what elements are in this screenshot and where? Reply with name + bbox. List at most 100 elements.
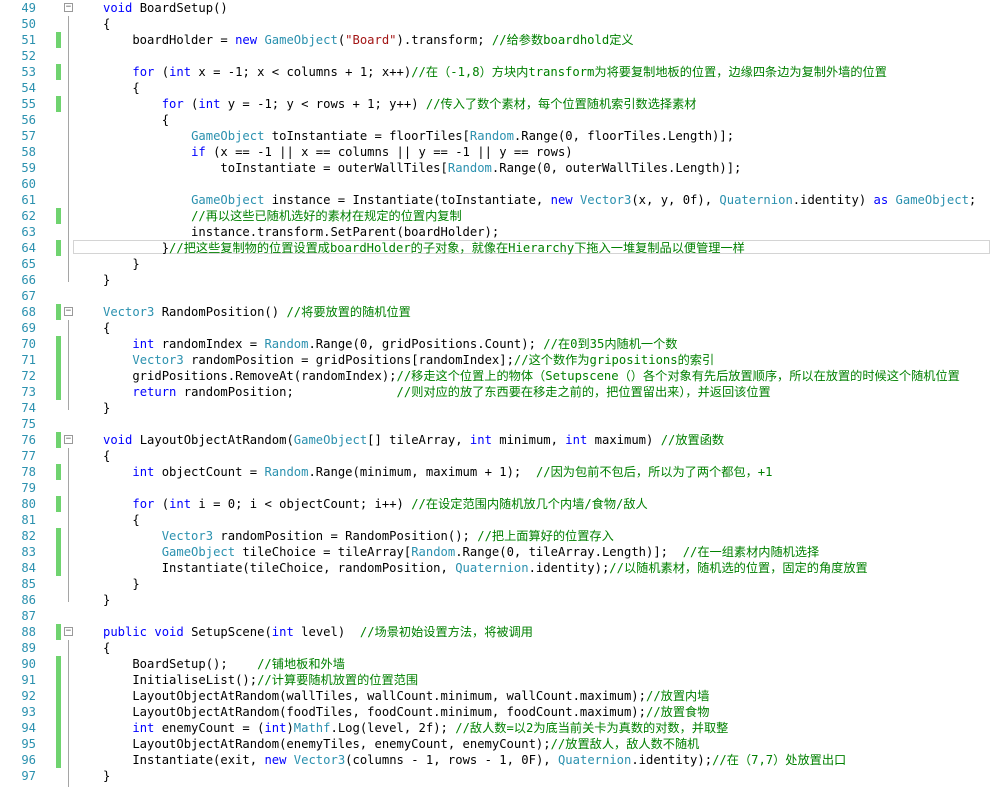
code-line[interactable]: 72 gridPositions.RemoveAt(randomIndex);/… <box>0 368 992 384</box>
code-line[interactable]: 71 Vector3 randomPosition = gridPosition… <box>0 352 992 368</box>
code-token: .Range(0, tileArray.Length)]; <box>455 545 683 559</box>
code-token: } <box>103 769 111 783</box>
code-comment: //因为包前不包后，所以为了两个都包，+1 <box>535 465 773 479</box>
code-token: Instantiate(exit, <box>103 753 265 767</box>
code-line[interactable]: 95 LayoutObjectAtRandom(enemyTiles, enem… <box>0 736 992 752</box>
code-line[interactable]: 92 LayoutObjectAtRandom(wallTiles, wallC… <box>0 688 992 704</box>
code-line[interactable]: 53 for (int x = -1; x < columns + 1; x++… <box>0 64 992 80</box>
code-text: } <box>103 768 110 784</box>
code-text: if (x == -1 || x == columns || y == -1 |… <box>103 144 573 160</box>
collapse-icon[interactable]: − <box>64 627 73 636</box>
code-comment: //在（-1,8）方块内transform为将要复制地板的位置，边缘四条边为复制… <box>411 65 887 79</box>
code-line[interactable]: 94 int enemyCount = (int)Mathf.Log(level… <box>0 720 992 736</box>
code-editor[interactable]: 49 − void BoardSetup() 50 {51 boardHolder = … <box>0 0 992 787</box>
code-string: "Board" <box>345 33 397 47</box>
line-number: 65 <box>21 257 36 271</box>
code-line[interactable]: 84 Instantiate(tileChoice, randomPositio… <box>0 560 992 576</box>
code-line[interactable]: 67 <box>0 288 992 304</box>
code-token: maximum) <box>587 433 661 447</box>
code-token: .identity); <box>631 753 713 767</box>
code-token: LayoutObjectAtRandom(foodTiles, foodCoun… <box>103 705 646 719</box>
code-line[interactable]: 81 { <box>0 512 992 528</box>
code-line[interactable]: 60 <box>0 176 992 192</box>
collapse-icon[interactable]: − <box>64 435 73 444</box>
code-line[interactable]: 51 boardHolder = new GameObject("Board")… <box>0 32 992 48</box>
line-number: 58 <box>21 145 36 159</box>
code-line[interactable]: 83 GameObject tileChoice = tileArray[Ran… <box>0 544 992 560</box>
code-line[interactable]: 76 − void LayoutObjectAtRandom(GameObject[… <box>0 432 992 448</box>
line-number: 96 <box>21 753 36 767</box>
line-number: 76 <box>21 433 36 447</box>
line-number: 84 <box>21 561 36 575</box>
line-number: 61 <box>21 193 36 207</box>
code-line[interactable]: 50 { <box>0 16 992 32</box>
line-number: 55 <box>21 97 36 111</box>
code-line[interactable]: 90 BoardSetup(); //铺地板和外墙 <box>0 656 992 672</box>
code-line[interactable]: 62 //再以这些已随机选好的素材在规定的位置内复制 <box>0 208 992 224</box>
code-keyword: int <box>132 465 155 479</box>
code-line[interactable]: 55 for (int y = -1; y < rows + 1; y++) /… <box>0 96 992 112</box>
code-line[interactable]: 66} <box>0 272 992 288</box>
code-line[interactable]: 93 LayoutObjectAtRandom(foodTiles, foodC… <box>0 704 992 720</box>
code-text: { <box>103 80 140 96</box>
code-token: { <box>103 81 140 95</box>
code-line[interactable]: 77 { <box>0 448 992 464</box>
code-line[interactable]: 91 InitialiseList();//计算要随机放置的位置范围 <box>0 672 992 688</box>
code-line[interactable]: 63 instance.transform.SetParent(boardHol… <box>0 224 992 240</box>
code-text: Instantiate(tileChoice, randomPosition, … <box>103 560 868 576</box>
code-line[interactable]: 64 }//把这些复制物的位置设置成boardHolder的子对象，就像在Hie… <box>0 240 992 256</box>
code-text: { <box>103 112 169 128</box>
code-line[interactable]: 58 if (x == -1 || x == columns || y == -… <box>0 144 992 160</box>
code-line[interactable]: 86} <box>0 592 992 608</box>
code-line[interactable]: 82 Vector3 randomPosition = RandomPositi… <box>0 528 992 544</box>
code-line[interactable]: 57 GameObject toInstantiate = floorTiles… <box>0 128 992 144</box>
collapse-icon[interactable]: − <box>64 307 73 316</box>
code-type: Vector3 <box>132 353 184 367</box>
code-keyword: int <box>169 497 192 511</box>
code-token: LayoutObjectAtRandom( <box>132 433 294 447</box>
code-text: { <box>103 512 139 528</box>
code-line[interactable]: 65 } <box>0 256 992 272</box>
code-line[interactable]: 87 <box>0 608 992 624</box>
code-line[interactable]: 75 <box>0 416 992 432</box>
code-line[interactable]: 85 } <box>0 576 992 592</box>
code-line[interactable]: 80 for (int i = 0; i < objectCount; i++)… <box>0 496 992 512</box>
code-comment: //放置敌人，敌人数不随机 <box>550 737 700 751</box>
line-number: 67 <box>21 289 36 303</box>
code-token: BoardSetup() <box>132 1 228 15</box>
line-number: 83 <box>21 545 36 559</box>
code-text: InitialiseList();//计算要随机放置的位置范围 <box>103 672 418 688</box>
code-line[interactable]: 73 return randomPosition; //则对应的放了东西要在移走… <box>0 384 992 400</box>
code-line[interactable]: 70 int randomIndex = Random.Range(0, gri… <box>0 336 992 352</box>
code-text: return randomPosition; //则对应的放了东西要在移走之前的… <box>103 384 770 400</box>
code-line[interactable]: 68 − Vector3 RandomPosition() //将要放置的随机位置 <box>0 304 992 320</box>
change-marker <box>56 384 61 400</box>
code-line[interactable]: 54 { <box>0 80 992 96</box>
code-line[interactable]: 49 − void BoardSetup() <box>0 0 992 16</box>
code-line[interactable]: 96 Instantiate(exit, new Vector3(columns… <box>0 752 992 768</box>
code-comment: //给参数boardhold定义 <box>491 33 634 47</box>
code-comment: //在0到35内随机一个数 <box>543 337 678 351</box>
code-line[interactable]: 78 int objectCount = Random.Range(minimu… <box>0 464 992 480</box>
code-text: Instantiate(exit, new Vector3(columns - … <box>103 752 846 768</box>
code-comment: //把上面算好的位置存入 <box>477 529 614 543</box>
code-line[interactable]: 52 <box>0 48 992 64</box>
code-line[interactable]: 88 − public void SetupScene(int level) //场… <box>0 624 992 640</box>
code-text: }//把这些复制物的位置设置成boardHolder的子对象，就像在Hierar… <box>103 240 745 256</box>
code-text: } <box>103 576 139 592</box>
code-line[interactable]: 61 GameObject instance = Instantiate(toI… <box>0 192 992 208</box>
code-text: } <box>103 400 110 416</box>
code-type: Mathf <box>293 721 331 735</box>
code-line[interactable]: 97} <box>0 768 992 784</box>
code-line[interactable]: 74} <box>0 400 992 416</box>
change-marker <box>56 240 61 256</box>
code-line[interactable]: 89 { <box>0 640 992 656</box>
change-marker <box>56 544 61 560</box>
code-line[interactable]: 79 <box>0 480 992 496</box>
code-line[interactable]: 69 { <box>0 320 992 336</box>
code-line[interactable]: 56 { <box>0 112 992 128</box>
collapse-icon[interactable]: − <box>64 3 73 12</box>
code-line[interactable]: 59 toInstantiate = outerWallTiles[Random… <box>0 160 992 176</box>
